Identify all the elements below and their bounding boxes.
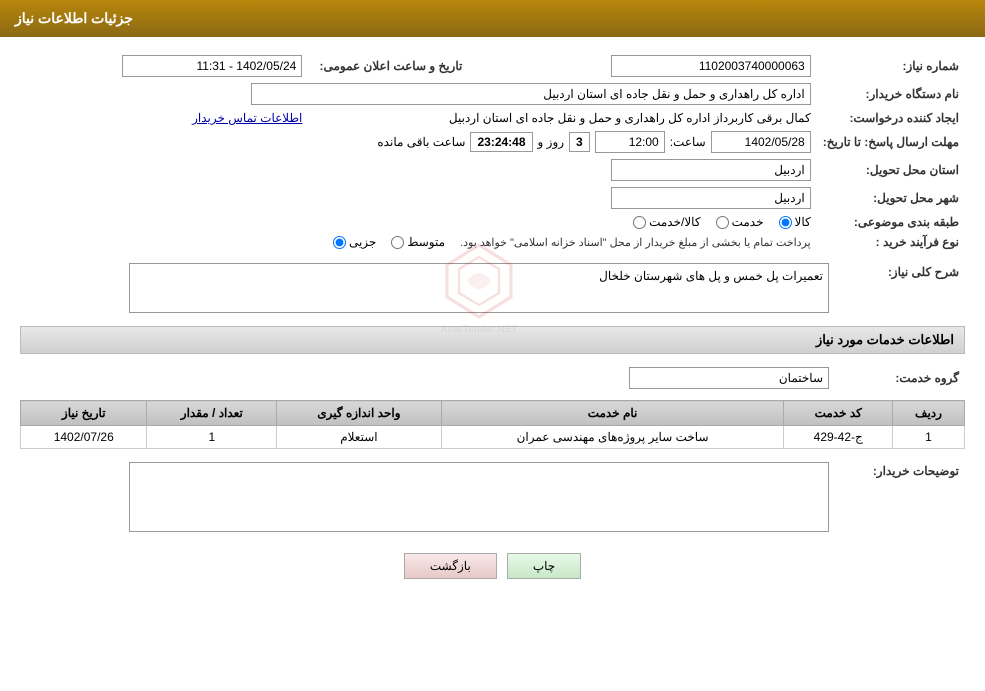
back-button[interactable]: بازگشت	[404, 553, 497, 579]
col-header-row: ردیف	[892, 401, 964, 426]
category-kala-khedmat-radio[interactable]	[633, 216, 646, 229]
date-input[interactable]	[122, 55, 302, 77]
contact-link[interactable]: اطلاعات تماس خریدار	[192, 111, 302, 125]
row-qty: 1	[147, 426, 277, 449]
row-date: 1402/07/26	[21, 426, 147, 449]
province-input[interactable]	[611, 159, 811, 181]
deadline-date-input[interactable]	[711, 131, 811, 153]
category-khedmat-radio[interactable]	[716, 216, 729, 229]
purchase-type-note: پرداخت تمام یا بخشی از مبلغ خریدار از مح…	[460, 236, 811, 249]
col-header-qty: تعداد / مقدار	[147, 401, 277, 426]
remaining-label: روز و	[538, 135, 565, 149]
services-section-title: اطلاعات خدمات مورد نیاز	[20, 326, 965, 354]
row-code: ج-42-429	[784, 426, 893, 449]
category-kala-option[interactable]: کالا	[779, 215, 811, 229]
buyer-org-label: نام دستگاه خریدار:	[817, 80, 965, 108]
col-header-code: کد خدمت	[784, 401, 893, 426]
purchase-jozi-radio[interactable]	[333, 236, 346, 249]
category-khedmat-label: خدمت	[732, 215, 764, 229]
buyer-desc-table: توضیحات خریدار:	[20, 459, 965, 538]
remaining-days-box: 3	[569, 132, 590, 152]
row-name: ساخت سایر پروژه‌های مهندسی عمران	[441, 426, 784, 449]
button-bar: چاپ بازگشت	[20, 553, 965, 579]
category-kala-khedmat-label: کالا/خدمت	[649, 215, 700, 229]
category-kala-khedmat-option[interactable]: کالا/خدمت	[633, 215, 700, 229]
purchase-type-label: نوع فرآیند خرید :	[817, 232, 965, 252]
col-header-unit: واحد اندازه گیری	[277, 401, 441, 426]
buyer-org-input[interactable]	[251, 83, 811, 105]
category-khedmat-option[interactable]: خدمت	[716, 215, 764, 229]
province-label: استان محل تحویل:	[817, 156, 965, 184]
col-header-date: تاریخ نیاز	[21, 401, 147, 426]
need-number-input[interactable]	[611, 55, 811, 77]
buyer-desc-label: توضیحات خریدار:	[835, 459, 965, 538]
need-desc-label: شرح کلی نیاز:	[835, 260, 965, 316]
category-label: طبقه بندی موضوعی:	[817, 212, 965, 232]
purchase-motaset-radio[interactable]	[391, 236, 404, 249]
table-row: 1 ج-42-429 ساخت سایر پروژه‌های مهندسی عم…	[21, 426, 965, 449]
need-desc-table: شرح کلی نیاز: تعمیرات پل خمس و پل های شه…	[20, 260, 965, 316]
page-wrapper: جزئیات اطلاعات نیاز شماره نیاز: تاریخ و …	[0, 0, 985, 691]
creator-value: کمال برقی کاربرداز اداره کل راهداری و حم…	[449, 111, 811, 125]
page-header: جزئیات اطلاعات نیاز	[0, 0, 985, 37]
service-group-input[interactable]	[629, 367, 829, 389]
need-desc-value: تعمیرات پل خمس و پل های شهرستان خلخال	[599, 269, 823, 283]
deadline-time-input[interactable]	[595, 131, 665, 153]
remaining-suffix: ساعت باقی مانده	[377, 135, 465, 149]
need-number-label: شماره نیاز:	[817, 52, 965, 80]
row-number: 1	[892, 426, 964, 449]
category-kala-label: کالا	[795, 215, 811, 229]
buyer-desc-textarea[interactable]	[129, 462, 829, 532]
purchase-motaset-option[interactable]: متوسط	[391, 235, 445, 249]
city-input[interactable]	[611, 187, 811, 209]
page-title: جزئیات اطلاعات نیاز	[15, 10, 133, 26]
deadline-time-label: ساعت:	[670, 135, 706, 149]
date-label: تاریخ و ساعت اعلان عمومی:	[308, 52, 468, 80]
row-unit: استعلام	[277, 426, 441, 449]
service-group-label: گروه خدمت:	[835, 364, 965, 392]
purchase-jozi-option[interactable]: جزیی	[333, 235, 376, 249]
city-label: شهر محل تحویل:	[817, 184, 965, 212]
service-group-table: گروه خدمت:	[20, 364, 965, 392]
creator-label: ایجاد کننده درخواست:	[817, 108, 965, 128]
main-info-table: شماره نیاز: تاریخ و ساعت اعلان عمومی: نا…	[20, 52, 965, 252]
purchase-motaset-label: متوسط	[407, 235, 445, 249]
watermark-logo	[439, 241, 519, 321]
content-area: شماره نیاز: تاریخ و ساعت اعلان عمومی: نا…	[0, 37, 985, 609]
purchase-jozi-label: جزیی	[349, 235, 376, 249]
category-kala-radio[interactable]	[779, 216, 792, 229]
col-header-name: نام خدمت	[441, 401, 784, 426]
deadline-label: مهلت ارسال پاسخ: تا تاریخ:	[817, 128, 965, 156]
services-table: ردیف کد خدمت نام خدمت واحد اندازه گیری ت…	[20, 400, 965, 449]
remaining-time-box: 23:24:48	[470, 132, 532, 152]
print-button[interactable]: چاپ	[507, 553, 581, 579]
